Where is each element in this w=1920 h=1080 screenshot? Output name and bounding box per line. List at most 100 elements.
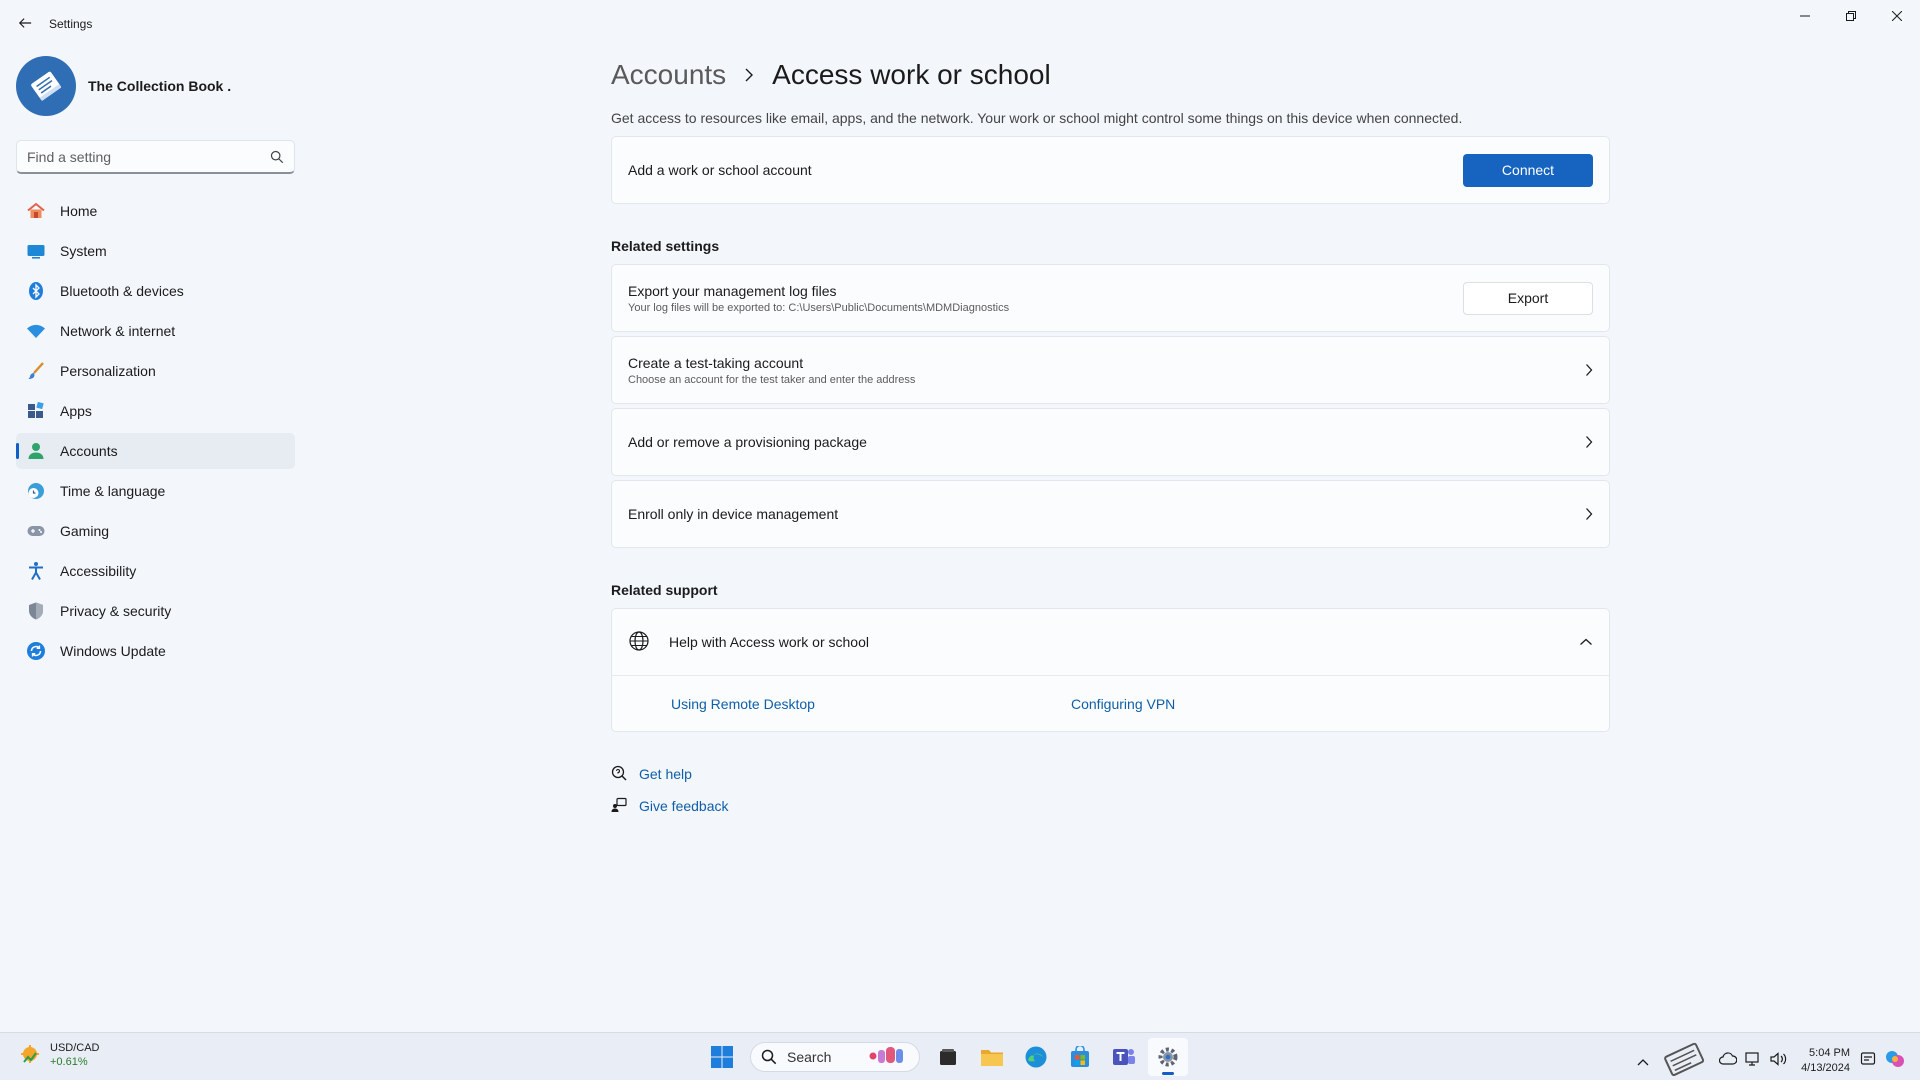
sidebar-item-home[interactable]: Home [16, 193, 295, 229]
taskbar-clock[interactable]: 5:04 PM 4/13/2024 [1801, 1046, 1850, 1076]
connect-button[interactable]: Connect [1463, 153, 1593, 187]
test-account-card[interactable]: Create a test-taking account Choose an a… [611, 336, 1610, 404]
sidebar-item-label: Bluetooth & devices [60, 283, 184, 299]
get-help-link[interactable]: Get help [639, 766, 692, 782]
sidebar-item-label: Accounts [60, 443, 118, 459]
sidebar-item-gaming[interactable]: Gaming [16, 513, 295, 549]
main-content: Accounts Access work or school Get acces… [611, 56, 1610, 820]
volume-icon[interactable] [1769, 1051, 1787, 1070]
chevron-up-icon[interactable] [1579, 638, 1593, 646]
system-tray: 5:04 PM 4/13/2024 [1637, 1039, 1906, 1080]
sidebar-nav: Home System Bluetooth & devices Network … [16, 193, 295, 673]
help-link[interactable]: Configuring VPN [1071, 696, 1175, 712]
sidebar-item-label: Privacy & security [60, 603, 172, 619]
teams-button[interactable] [1104, 1038, 1144, 1076]
sidebar-item-bluetooth[interactable]: Bluetooth & devices [16, 273, 295, 309]
book-logo-icon [31, 71, 62, 101]
task-view-icon [940, 1049, 956, 1065]
export-logs-subtitle: Your log files will be exported to: C:\U… [628, 301, 1010, 314]
brush-icon [26, 361, 46, 381]
settings-app-button[interactable] [1148, 1038, 1188, 1076]
add-account-label: Add a work or school account [628, 162, 812, 178]
enroll-card[interactable]: Enroll only in device management [611, 480, 1610, 548]
notification-icon[interactable] [1860, 1051, 1876, 1070]
related-support-title: Related support [611, 582, 718, 598]
edge-icon [1025, 1046, 1047, 1068]
sidebar-item-privacy[interactable]: Privacy & security [16, 593, 295, 629]
sidebar-item-apps[interactable]: Apps [16, 393, 295, 429]
test-account-subtitle: Choose an account for the test taker and… [628, 373, 916, 386]
cloud-icon[interactable] [1718, 1052, 1738, 1069]
clock-globe-icon [26, 481, 46, 501]
close-button[interactable] [1874, 0, 1920, 32]
bluetooth-icon [26, 281, 46, 301]
give-feedback-row[interactable]: Give feedback [611, 792, 1610, 820]
sidebar-item-accounts[interactable]: Accounts [16, 433, 295, 469]
help-link[interactable]: Using Remote Desktop [671, 696, 815, 712]
widget-title: USD/CAD [50, 1042, 100, 1054]
chevron-right-icon [744, 68, 754, 82]
chevron-right-icon [1585, 507, 1593, 521]
clock-time: 5:04 PM [1809, 1046, 1850, 1059]
copilot-icon[interactable] [1884, 1048, 1906, 1073]
add-account-card: Add a work or school account Connect [611, 136, 1610, 204]
export-button[interactable]: Export [1463, 281, 1593, 315]
sidebar-item-system[interactable]: System [16, 233, 295, 269]
currency-widget-icon [18, 1042, 42, 1069]
home-icon [26, 201, 46, 221]
page-description: Get access to resources like email, apps… [611, 110, 1463, 126]
sidebar-item-label: Gaming [60, 523, 110, 539]
chevron-right-icon [1585, 363, 1593, 377]
wifi-icon [26, 321, 46, 341]
provisioning-card[interactable]: Add or remove a provisioning package [611, 408, 1610, 476]
taskbar-search[interactable]: Search [750, 1042, 920, 1072]
gear-icon [1158, 1047, 1178, 1067]
minimize-button[interactable] [1782, 0, 1828, 32]
start-button[interactable] [702, 1038, 742, 1076]
close-icon [1892, 11, 1902, 21]
clock-date: 4/13/2024 [1801, 1061, 1850, 1074]
search-input[interactable] [27, 148, 270, 165]
store-icon [1071, 1046, 1089, 1067]
sidebar-item-windows-update[interactable]: Windows Update [16, 633, 295, 669]
user-profile[interactable]: The Collection Book . [16, 56, 231, 116]
restore-icon [1846, 11, 1856, 21]
sidebar-item-label: Home [60, 203, 98, 219]
accounts-icon [26, 441, 46, 461]
currency-widget[interactable]: USD/CAD +0.61% [18, 1041, 100, 1069]
widget-change: +0.61% [50, 1056, 88, 1068]
get-help-row[interactable]: Get help [611, 760, 1610, 788]
related-support-card: Help with Access work or school Using Re… [611, 608, 1610, 732]
search-highlight-icon [867, 1043, 909, 1072]
footer-links: Get help Give feedback [611, 760, 1610, 820]
task-view-button[interactable] [928, 1038, 968, 1076]
provisioning-title: Add or remove a provisioning package [628, 434, 867, 450]
settings-search[interactable] [16, 140, 295, 174]
sidebar-item-network[interactable]: Network & internet [16, 313, 295, 349]
update-icon [26, 641, 46, 661]
network-icon[interactable] [1745, 1051, 1761, 1070]
sidebar-item-label: Network & internet [60, 323, 176, 339]
file-explorer-button[interactable] [972, 1038, 1012, 1076]
sidebar-item-label: Personalization [60, 363, 156, 379]
search-icon[interactable] [270, 150, 284, 164]
sidebar-item-personalization[interactable]: Personalization [16, 353, 295, 389]
chevron-up-icon[interactable] [1637, 1053, 1649, 1069]
windows-logo-icon [711, 1046, 733, 1068]
edge-button[interactable] [1016, 1038, 1056, 1076]
app-title: Settings [49, 17, 93, 31]
restore-button[interactable] [1828, 0, 1874, 32]
sidebar-item-label: Apps [60, 403, 92, 419]
back-arrow-icon [18, 18, 32, 28]
back-button[interactable] [14, 12, 36, 34]
help-expander-header[interactable]: Help with Access work or school [612, 609, 1609, 676]
breadcrumb-parent[interactable]: Accounts [611, 59, 726, 91]
sidebar-item-label: Time & language [60, 483, 166, 499]
sidebar-item-accessibility[interactable]: Accessibility [16, 553, 295, 589]
apps-icon [26, 401, 46, 421]
system-icon [26, 241, 46, 261]
sidebar-item-time-language[interactable]: Time & language [16, 473, 295, 509]
give-feedback-link[interactable]: Give feedback [639, 798, 729, 814]
help-title: Help with Access work or school [669, 634, 869, 650]
store-button[interactable] [1060, 1038, 1100, 1076]
